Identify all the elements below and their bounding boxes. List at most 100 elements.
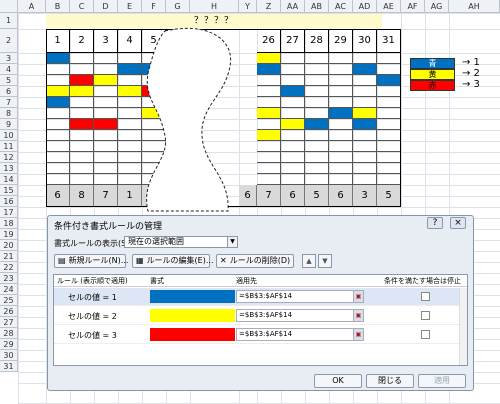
row-header[interactable]: 18 <box>0 218 18 229</box>
row-header[interactable]: 6 <box>0 86 18 97</box>
edit-rule-button[interactable]: ▦ ルールの編集(E)... <box>132 254 214 268</box>
stop-if-true-checkbox[interactable] <box>421 292 430 301</box>
column-header[interactable]: H <box>190 0 239 13</box>
row-header[interactable]: 29 <box>0 339 18 350</box>
close-button[interactable]: 閉じる <box>366 374 414 388</box>
stop-if-true-checkbox[interactable] <box>421 311 430 320</box>
new-rule-button[interactable]: ▤ 新規ルール(N)... <box>54 254 129 268</box>
row-header[interactable]: 2 <box>0 29 18 53</box>
legend-swatch: 赤 <box>410 80 455 91</box>
close-x-button[interactable]: × <box>450 217 466 229</box>
rules-list[interactable]: ルール (表示順で適用) 書式 適用先 条件を満たす場合は停止 セルの値 = 1… <box>53 274 468 366</box>
row-header[interactable]: 9 <box>0 119 18 130</box>
range-picker-icon[interactable]: ▣ <box>353 310 363 321</box>
row-header[interactable]: 4 <box>0 64 18 75</box>
delete-rule-button[interactable]: ✕ ルールの削除(D) <box>216 254 294 268</box>
column-header[interactable]: AC <box>329 0 353 13</box>
row-header[interactable]: 26 <box>0 306 18 317</box>
row-header[interactable]: 10 <box>0 130 18 141</box>
row-header[interactable]: 28 <box>0 328 18 339</box>
column-header[interactable]: Z <box>257 0 281 13</box>
rule-format-preview <box>150 309 235 322</box>
rules-list-header: ルール (表示順で適用) 書式 適用先 条件を満たす場合は停止 <box>54 275 467 287</box>
column-header[interactable]: C <box>70 0 94 13</box>
corner-cell[interactable] <box>0 0 18 13</box>
rule-label: セルの値 = 2 <box>68 312 117 321</box>
column-header[interactable]: A <box>18 0 46 13</box>
row-header[interactable]: 14 <box>0 174 18 185</box>
applies-to-input[interactable]: =$B$3:$AF$14 ▣ <box>236 290 364 303</box>
ok-button[interactable]: OK <box>314 374 362 388</box>
dialog-title: 条件付き書式ルールの管理 <box>54 222 163 232</box>
column-header[interactable]: F <box>142 0 166 13</box>
row-header[interactable]: 8 <box>0 108 18 119</box>
conditional-format-rules-dialog: 条件付き書式ルールの管理 ? × 書式ルールの表示(S): 現在の選択範囲 ▼ … <box>47 215 474 391</box>
chevron-down-icon[interactable]: ▼ <box>227 237 237 247</box>
range-picker-icon[interactable]: ▣ <box>353 291 363 302</box>
help-button[interactable]: ? <box>427 217 443 229</box>
move-down-button[interactable]: ▼ <box>318 254 332 268</box>
gridline <box>18 13 19 403</box>
column-header[interactable]: AG <box>425 0 449 13</box>
show-rules-value: 現在の選択範囲 <box>128 237 184 246</box>
range-picker-icon[interactable]: ▣ <box>353 329 363 340</box>
legend-swatch: 黄 <box>410 69 455 80</box>
col-rule-header: ルール (表示順で適用) <box>57 277 128 285</box>
row-header[interactable]: 16 <box>0 196 18 207</box>
row-header[interactable]: 27 <box>0 317 18 328</box>
column-header[interactable]: AB <box>305 0 329 13</box>
row-header[interactable]: 17 <box>0 207 18 218</box>
row-header[interactable]: 15 <box>0 185 18 196</box>
move-up-button[interactable]: ▲ <box>302 254 316 268</box>
row-header[interactable]: 21 <box>0 251 18 262</box>
rules-scrollbar[interactable] <box>459 288 467 365</box>
row-header[interactable]: 7 <box>0 97 18 108</box>
column-header[interactable]: AA <box>281 0 305 13</box>
row-header[interactable]: 24 <box>0 284 18 295</box>
row-header[interactable]: 31 <box>0 361 18 372</box>
applies-to-input[interactable]: =$B$3:$AF$14 ▣ <box>236 328 364 341</box>
column-header[interactable]: D <box>94 0 118 13</box>
row-header[interactable]: 23 <box>0 273 18 284</box>
row-header[interactable]: 13 <box>0 163 18 174</box>
edit-rule-icon: ▦ <box>136 256 144 265</box>
apply-button[interactable]: 適用 <box>418 374 466 388</box>
col-format-header: 書式 <box>150 277 164 285</box>
new-rule-label: 新規ルール(N)... <box>68 256 129 265</box>
row-header[interactable]: 11 <box>0 141 18 152</box>
rule-format-preview <box>150 328 235 341</box>
row-header[interactable]: 3 <box>0 53 18 64</box>
arrow-down-icon: ▼ <box>322 257 328 265</box>
column-header[interactable]: AH <box>449 0 500 13</box>
legend-arrow-text: → 3 <box>462 79 480 90</box>
applies-to-input[interactable]: =$B$3:$AF$14 ▣ <box>236 309 364 322</box>
col-stop-header: 条件を満たす場合は停止 <box>384 277 461 285</box>
row-header[interactable]: 19 <box>0 229 18 240</box>
column-header[interactable]: Y <box>239 0 257 13</box>
column-header[interactable]: AE <box>377 0 401 13</box>
column-header[interactable]: E <box>118 0 142 13</box>
edit-rule-label: ルールの編集(E)... <box>146 256 214 265</box>
applies-to-value: =$B$3:$AF$14 <box>239 330 293 338</box>
row-header[interactable]: 22 <box>0 262 18 273</box>
row-header[interactable]: 5 <box>0 75 18 86</box>
column-header[interactable]: G <box>166 0 190 13</box>
column-header[interactable]: AF <box>401 0 425 13</box>
row-header[interactable]: 25 <box>0 295 18 306</box>
delete-icon: ✕ <box>220 256 227 265</box>
rule-format-preview <box>150 290 235 303</box>
row-header[interactable]: 1 <box>0 13 18 29</box>
arrow-up-icon: ▲ <box>306 257 312 265</box>
show-rules-select[interactable]: 現在の選択範囲 ▼ <box>124 236 238 248</box>
rule-row[interactable]: セルの値 = 2 =$B$3:$AF$14 ▣ <box>54 307 467 325</box>
stop-if-true-checkbox[interactable] <box>421 330 430 339</box>
row-header[interactable]: 12 <box>0 152 18 163</box>
column-header[interactable]: B <box>46 0 70 13</box>
rule-row[interactable]: セルの値 = 3 =$B$3:$AF$14 ▣ <box>54 326 467 344</box>
column-header[interactable]: AD <box>353 0 377 13</box>
new-rule-icon: ▤ <box>58 256 66 265</box>
row-header[interactable]: 30 <box>0 350 18 361</box>
row-header[interactable]: 20 <box>0 240 18 251</box>
rule-row[interactable]: セルの値 = 1 =$B$3:$AF$14 ▣ <box>54 288 467 306</box>
delete-rule-label: ルールの削除(D) <box>229 256 291 265</box>
